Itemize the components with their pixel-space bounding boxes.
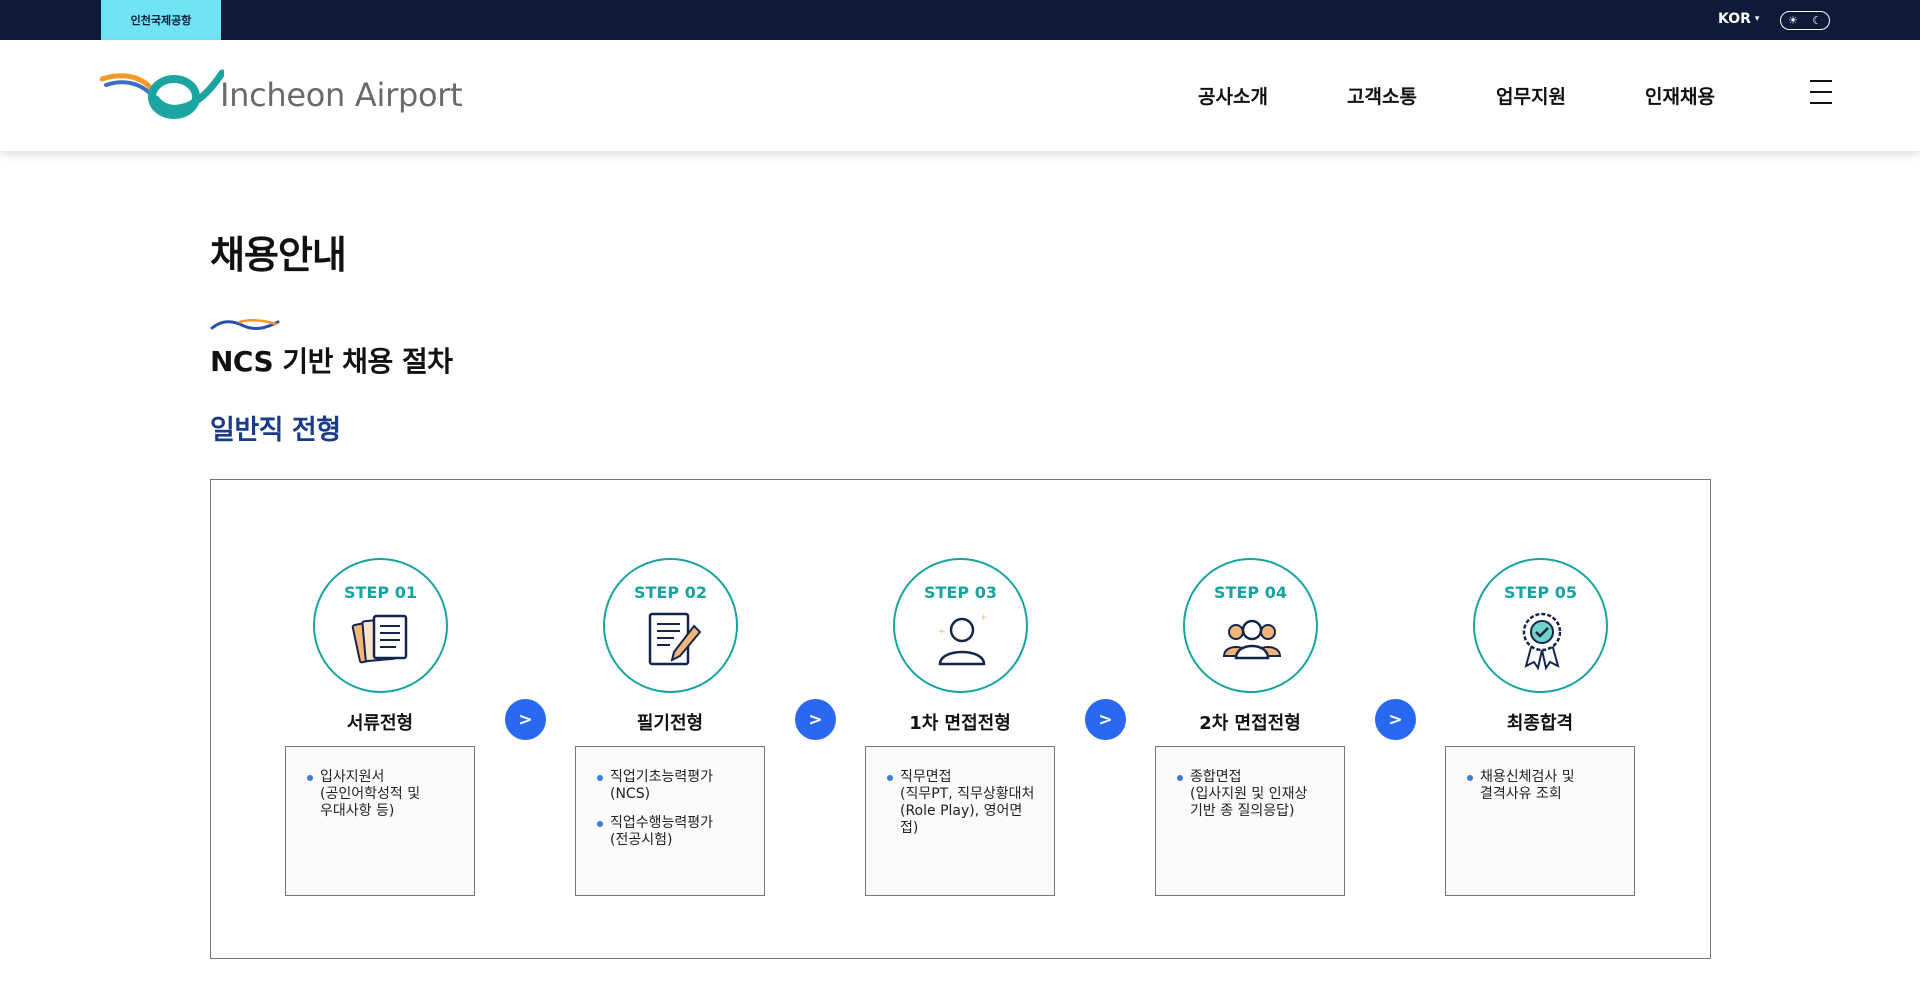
step-name: 1차 면접전형: [909, 713, 1011, 734]
step-description: 직업기초능력평가 (NCS) 직업수행능력평가 (전공시험): [575, 746, 765, 896]
step-description: 입사지원서 (공인어학성적 및 우대사항 등): [285, 746, 475, 896]
logo[interactable]: Incheon Airport: [100, 69, 463, 121]
nav-item-recruit[interactable]: 인재채용: [1645, 82, 1715, 109]
sub-title: 일반직 전형: [210, 415, 341, 446]
svg-text:+: +: [980, 613, 988, 623]
wave-decoration-icon: [210, 319, 280, 331]
page-title: 채용안내: [210, 233, 347, 277]
section-title: NCS 기반 채용 절차: [210, 345, 453, 378]
step-circle: STEP 05: [1473, 558, 1608, 693]
language-label: KOR: [1718, 11, 1751, 27]
site-header: Incheon Airport 공사소개 고객소통 업무지원 인재채용: [0, 40, 1920, 151]
theme-toggle[interactable]: ☀ ☾: [1780, 11, 1830, 30]
step-circle: STEP 02: [603, 558, 738, 693]
process-box: STEP 01 서류전형 입사지원서 (공인어학성적 및 우대사항 등) > S…: [210, 479, 1711, 959]
step-number: STEP 05: [1504, 583, 1577, 602]
description-item: 직업기초능력평가 (NCS): [597, 769, 748, 803]
logo-text: Incheon Airport: [220, 76, 463, 114]
step-circle: STEP 04: [1183, 558, 1318, 693]
description-item: 직업수행능력평가 (전공시험): [597, 815, 748, 849]
step-number: STEP 03: [924, 583, 997, 602]
description-item: 종합면접 (입사지원 및 인재상 기반 종 질의응답): [1177, 769, 1328, 820]
step-number: STEP 02: [634, 583, 707, 602]
chevron-down-icon: ▾: [1754, 14, 1760, 24]
next-arrow-icon: >: [795, 699, 836, 740]
step-name: 서류전형: [346, 713, 414, 734]
nav-item-customer[interactable]: 고객소통: [1347, 82, 1417, 109]
language-selector[interactable]: KOR ▾: [1718, 11, 1759, 27]
step-circle: STEP 01: [313, 558, 448, 693]
nav-item-about[interactable]: 공사소개: [1198, 82, 1268, 109]
site-tab[interactable]: 인천국제공항: [101, 0, 221, 40]
person-icon: + +: [938, 613, 988, 666]
top-bar: 인천국제공항 KOR ▾ ☀ ☾: [0, 0, 1920, 40]
documents-icon: [351, 614, 408, 664]
step-description: 직무면접 (직무PT, 직무상황대처 (Role Play), 영어면접): [865, 746, 1055, 896]
step-description: 채용신체검사 및 결격사유 조회: [1445, 746, 1635, 896]
step-name: 최종합격: [1506, 713, 1574, 734]
step-description: 종합면접 (입사지원 및 인재상 기반 종 질의응답): [1155, 746, 1345, 896]
description-item: 입사지원서 (공인어학성적 및 우대사항 등): [307, 769, 458, 820]
step-number: STEP 04: [1214, 583, 1287, 602]
moon-icon: ☾: [1812, 14, 1822, 27]
description-item: 채용신체검사 및 결격사유 조회: [1467, 769, 1618, 803]
step-name: 필기전형: [636, 713, 704, 734]
next-arrow-icon: >: [1375, 699, 1416, 740]
svg-text:+: +: [938, 627, 946, 637]
logo-mark-icon: [100, 69, 224, 119]
sun-icon: ☀: [1788, 14, 1798, 27]
badge-icon: [1522, 612, 1562, 671]
step-number: STEP 01: [344, 583, 417, 602]
step-circle: STEP 03 + +: [893, 558, 1028, 693]
group-icon: [1222, 619, 1282, 660]
next-arrow-icon: >: [505, 699, 546, 740]
hamburger-icon[interactable]: [1810, 80, 1832, 104]
description-item: 직무면접 (직무PT, 직무상황대처 (Role Play), 영어면접): [887, 769, 1038, 837]
nav-item-business[interactable]: 업무지원: [1496, 82, 1566, 109]
next-arrow-icon: >: [1085, 699, 1126, 740]
written-test-icon: [648, 612, 702, 666]
step-name: 2차 면접전형: [1199, 713, 1301, 734]
